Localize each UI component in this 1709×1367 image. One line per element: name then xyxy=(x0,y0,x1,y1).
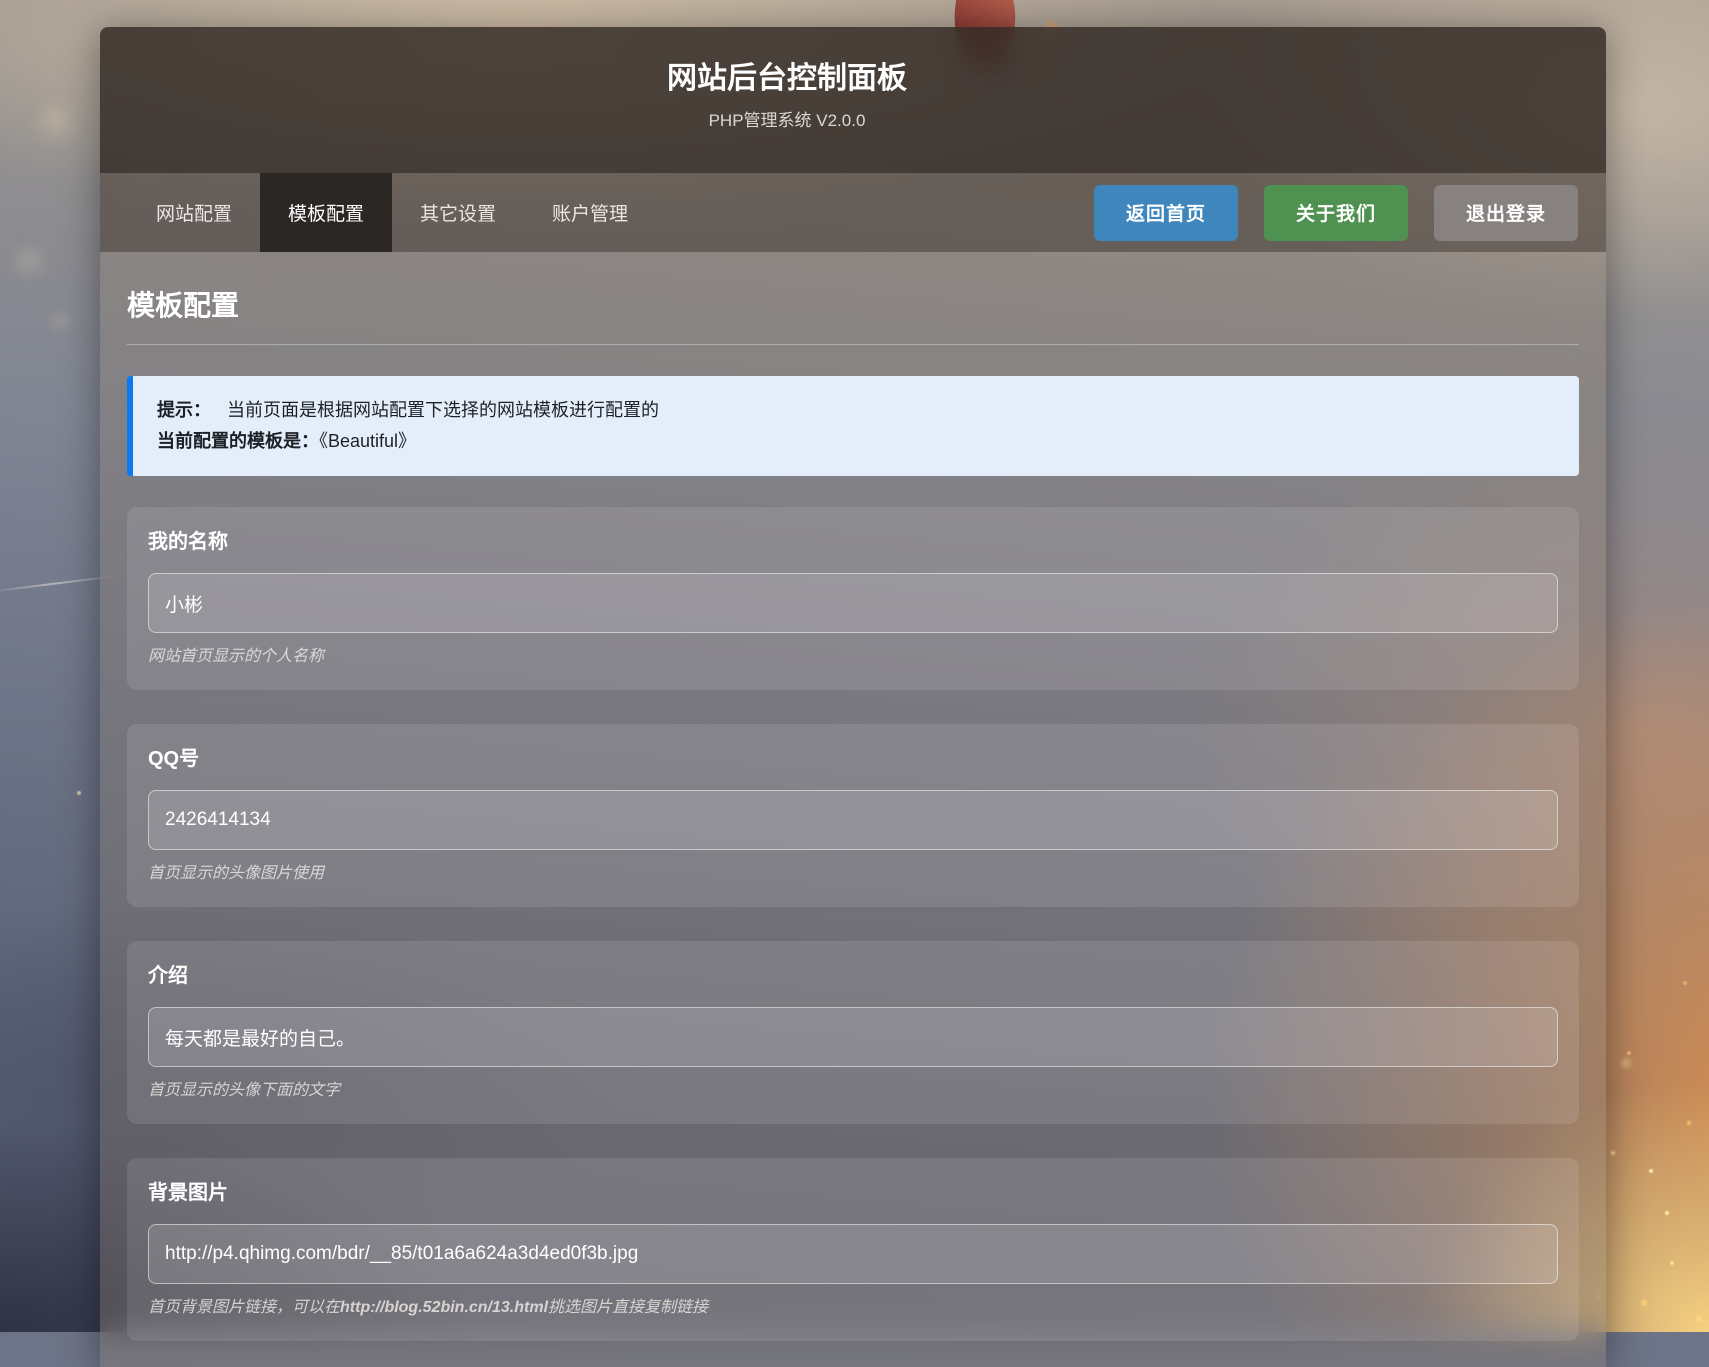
intro-input[interactable] xyxy=(148,1007,1558,1067)
alert-template-value: 《Beautiful》 xyxy=(319,431,416,451)
app-subtitle: PHP管理系统 V2.0.0 xyxy=(100,111,1474,131)
back-home-button[interactable]: 返回首页 xyxy=(1094,185,1238,241)
form-card-background-image: 背景图片 首页背景图片链接，可以在http://blog.52bin.cn/13… xyxy=(127,1158,1579,1341)
help-link-text: http://blog.52bin.cn/13.html xyxy=(340,1299,548,1316)
qq-number-input[interactable] xyxy=(148,790,1558,850)
field-help: 首页显示的头像下面的文字 xyxy=(148,1081,1558,1100)
info-alert: 提示： 当前页面是根据网站配置下选择的网站模板进行配置的 当前配置的模板是：《Be… xyxy=(127,376,1579,476)
field-label: 我的名称 xyxy=(148,531,1558,553)
header-inner: 网站后台控制面板 PHP管理系统 V2.0.0 xyxy=(100,27,1474,131)
alert-tip-label: 提示： xyxy=(157,400,211,420)
app-title: 网站后台控制面板 xyxy=(100,61,1474,97)
field-help: 首页背景图片链接，可以在http://blog.52bin.cn/13.html… xyxy=(148,1298,1558,1317)
section-title: 模板配置 xyxy=(127,290,1579,322)
form-card-intro: 介绍 首页显示的头像下面的文字 xyxy=(127,941,1579,1124)
logout-button[interactable]: 退出登录 xyxy=(1434,185,1578,241)
help-text: 网站首页显示的个人名称 xyxy=(148,648,324,665)
my-name-input[interactable] xyxy=(148,573,1558,633)
alert-template-label: 当前配置的模板是： xyxy=(157,431,319,451)
nav-actions: 返回首页 关于我们 退出登录 xyxy=(1094,173,1578,252)
help-text: 首页显示的头像图片使用 xyxy=(148,865,324,882)
fire-embers xyxy=(0,0,2,2)
help-text: 首页背景图片链接，可以在 xyxy=(148,1299,340,1316)
tab-site-config[interactable]: 网站配置 xyxy=(128,173,260,252)
field-label: 背景图片 xyxy=(148,1182,1558,1204)
about-us-button[interactable]: 关于我们 xyxy=(1264,185,1408,241)
tab-other-settings[interactable]: 其它设置 xyxy=(392,173,524,252)
alert-line-2: 当前配置的模板是：《Beautiful》 xyxy=(157,426,1555,457)
field-help: 首页显示的头像图片使用 xyxy=(148,864,1558,883)
alert-line-1: 提示： 当前页面是根据网站配置下选择的网站模板进行配置的 xyxy=(157,395,1555,426)
admin-panel: 网站后台控制面板 PHP管理系统 V2.0.0 网站配置 模板配置 其它设置 账… xyxy=(100,27,1606,1367)
tab-template-config[interactable]: 模板配置 xyxy=(260,173,392,252)
help-text-suffix: 挑选图片直接复制链接 xyxy=(548,1299,708,1316)
background-image-input[interactable] xyxy=(148,1224,1558,1284)
help-text: 首页显示的头像下面的文字 xyxy=(148,1082,340,1099)
field-label: QQ号 xyxy=(148,748,1558,770)
divider xyxy=(127,344,1579,345)
form-card-qq-number: QQ号 首页显示的头像图片使用 xyxy=(127,724,1579,907)
content-area: 模板配置 提示： 当前页面是根据网站配置下选择的网站模板进行配置的 当前配置的模板… xyxy=(100,252,1606,1367)
navbar: 网站配置 模板配置 其它设置 账户管理 返回首页 关于我们 退出登录 xyxy=(100,173,1606,252)
tab-account-management[interactable]: 账户管理 xyxy=(524,173,656,252)
alert-tip-text: 当前页面是根据网站配置下选择的网站模板进行配置的 xyxy=(227,400,659,420)
field-label: 介绍 xyxy=(148,965,1558,987)
panel-header: 网站后台控制面板 PHP管理系统 V2.0.0 xyxy=(100,27,1606,173)
form-card-my-name: 我的名称 网站首页显示的个人名称 xyxy=(127,507,1579,690)
field-help: 网站首页显示的个人名称 xyxy=(148,647,1558,666)
